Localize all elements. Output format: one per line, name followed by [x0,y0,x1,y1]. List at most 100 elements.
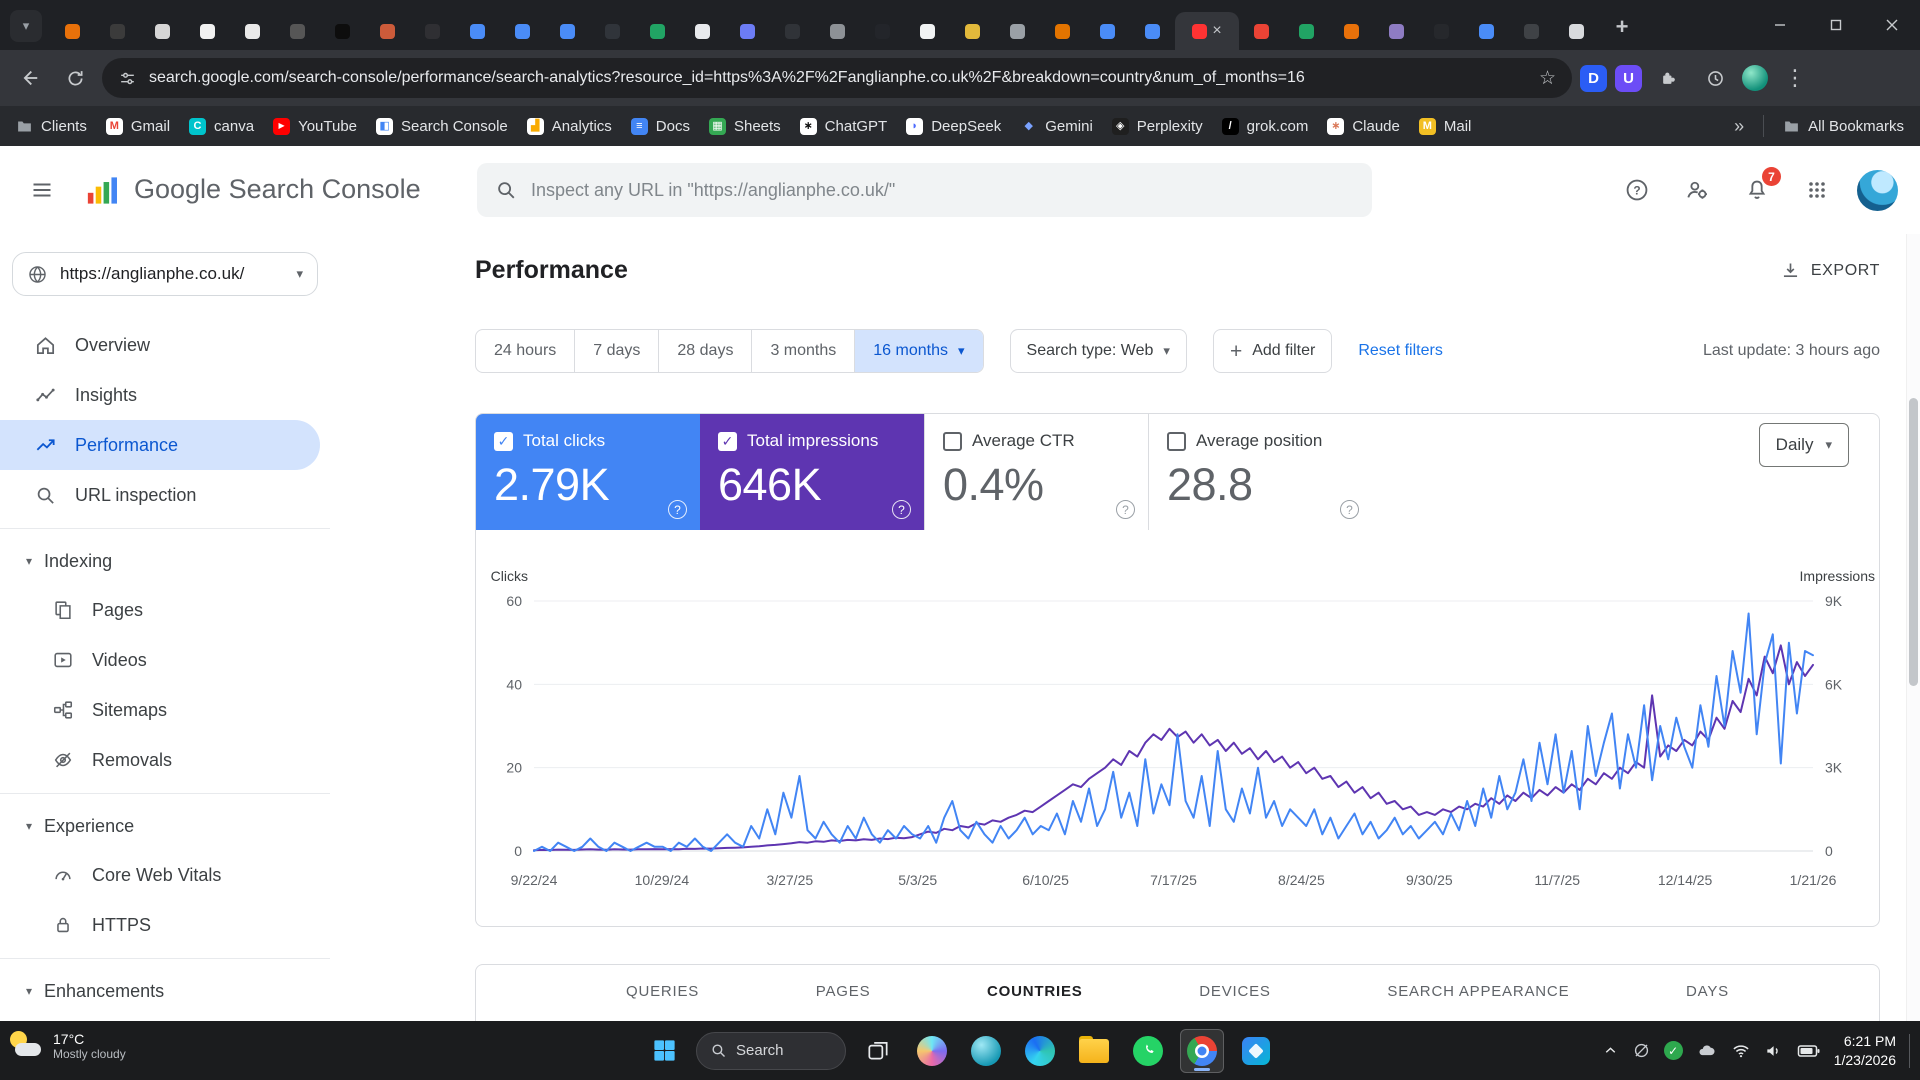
browser-tab[interactable] [590,12,635,50]
range-24-hours[interactable]: 24 hours [476,330,574,372]
tab-days[interactable]: DAYS [1686,983,1729,1000]
sidebar-item-core-web-vitals[interactable]: Core Web Vitals [0,850,330,900]
browser-tab[interactable] [365,12,410,50]
bookmark-grok[interactable]: / grok.com [1221,117,1308,135]
reload-button[interactable] [56,59,94,97]
taskbar-clock[interactable]: 6:21 PM 1/23/2026 [1834,1032,1896,1070]
account-avatar[interactable] [1857,170,1898,211]
checkbox-unchecked-icon[interactable] [1167,431,1186,451]
edge-icon[interactable] [1018,1029,1062,1073]
taskbar-search[interactable]: Search [696,1031,846,1070]
task-view-icon[interactable] [856,1029,900,1073]
browser-tab[interactable] [455,12,500,50]
bookmark-clients[interactable]: Clients [16,118,87,135]
file-explorer-icon[interactable] [1072,1029,1116,1073]
network-off-icon[interactable] [1632,1041,1651,1060]
bookmark-mail[interactable]: M Mail [1418,117,1471,135]
extensions-puzzle-icon[interactable] [1650,59,1688,97]
bookmark-deepseek[interactable]: ◗ DeepSeek [906,117,1001,135]
bookmark-analytics[interactable]: ▟ Analytics [526,117,612,135]
tab-search-appearance[interactable]: SEARCH APPEARANCE [1387,983,1569,1000]
search-console-logo[interactable] [84,172,121,214]
sidebar-item-performance[interactable]: Performance [0,420,320,470]
site-settings-icon[interactable] [118,69,137,88]
browser-tab[interactable] [185,12,230,50]
weather-widget[interactable]: 17°C Mostly cloudy [8,1028,126,1064]
range-28-days[interactable]: 28 days [658,330,751,372]
bookmark-gmail[interactable]: M Gmail [105,117,170,135]
performance-chart[interactable]: 0 20 40 60 0 3K 6K 9K Clicks Impressions 9/22/24 10… [476,541,1880,926]
bookmark-claude[interactable]: ∗ Claude [1327,117,1400,135]
wifi-icon[interactable] [1731,1041,1751,1061]
checkbox-checked-icon[interactable]: ✓ [718,431,737,451]
browser-tab[interactable] [1509,12,1554,50]
bookmark-sheets[interactable]: ▦ Sheets [708,117,781,135]
browser-tab[interactable] [680,12,725,50]
main-menu-icon[interactable] [24,172,60,208]
url-inspect-input[interactable] [531,179,1354,201]
browser-tab[interactable] [725,12,770,50]
start-button[interactable] [642,1029,686,1073]
sidebar-item-pages[interactable]: Pages [0,585,330,635]
property-selector[interactable]: https://anglianphe.co.uk/ ▾ [12,252,318,296]
bookmark-docs[interactable]: ≡ Docs [630,117,690,135]
extension-d-icon[interactable]: D [1580,64,1607,92]
sidebar-section-enhancements[interactable]: ▾ Enhancements [0,967,330,1015]
photos-icon[interactable] [1234,1029,1278,1073]
search-type-filter[interactable]: Search type: Web ▾ [1009,329,1187,373]
browser-tab[interactable] [320,12,365,50]
back-button[interactable] [10,59,48,97]
notifications-bell-icon[interactable]: 7 [1738,167,1781,209]
new-tab-button[interactable]: + [1607,12,1637,42]
metric-card-average-ctr[interactable]: Average CTR 0.4% ? [924,414,1148,530]
sidebar-item-overview[interactable]: Overview [0,320,330,370]
bookmark-perplexity[interactable]: ◈ Perplexity [1111,117,1203,135]
range-3-months[interactable]: 3 months [751,330,854,372]
browser-tab[interactable] [1040,12,1085,50]
tray-chevron-up-icon[interactable] [1602,1042,1619,1059]
sidebar-item-removals[interactable]: Removals [0,735,330,785]
bookmarks-overflow-icon[interactable]: » [1734,116,1744,137]
sidebar-section-indexing[interactable]: ▾ Indexing [0,537,330,585]
sidebar-item-insights[interactable]: Insights [0,370,330,420]
metric-card-total-impressions[interactable]: ✓ Total impressions 646K ? [700,414,924,530]
tab-countries[interactable]: COUNTRIES [987,983,1083,1000]
maximize-button[interactable] [1808,0,1864,50]
range-16-months-selected[interactable]: 16 months ▾ [854,330,983,372]
checkbox-checked-icon[interactable]: ✓ [494,431,513,451]
copilot-icon[interactable] [910,1029,954,1073]
manage-accounts-icon[interactable] [1678,171,1716,209]
metric-card-total-clicks[interactable]: ✓ Total clicks 2.79K ? [476,414,700,530]
browser-tab[interactable] [1130,12,1175,50]
show-desktop-button[interactable] [1909,1033,1914,1068]
battery-icon[interactable] [1797,1041,1821,1061]
browser-tab[interactable] [545,12,590,50]
tab-search-button[interactable]: ▾ [10,10,42,42]
tab-pages[interactable]: PAGES [816,983,871,1000]
bookmark-star-icon[interactable]: ☆ [1539,67,1556,90]
sidebar-item-videos[interactable]: Videos [0,635,330,685]
sidebar-item-https[interactable]: HTTPS [0,900,330,950]
browser-tab[interactable] [275,12,320,50]
browser-tab[interactable] [950,12,995,50]
page-scrollbar[interactable] [1906,234,1920,1021]
bookmark-gemini[interactable]: ◆ Gemini [1020,118,1093,135]
checkbox-unchecked-icon[interactable] [943,431,962,451]
browser-tab[interactable] [230,12,275,50]
url-text[interactable]: search.google.com/search-console/perform… [149,69,1527,87]
browser-tab[interactable] [905,12,950,50]
extension-u-icon[interactable]: U [1615,64,1642,92]
reset-filters-link[interactable]: Reset filters [1358,342,1442,360]
tab-queries[interactable]: QUERIES [626,983,699,1000]
help-icon[interactable]: ? [668,500,687,519]
browser-tab[interactable] [140,12,185,50]
browser-tab[interactable] [1464,12,1509,50]
sidebar-item-url-inspection[interactable]: URL inspection [0,470,330,520]
help-icon[interactable]: ? [1340,500,1359,519]
bookmark-chatgpt[interactable]: ∗ ChatGPT [799,117,887,135]
url-inspect-searchbar[interactable] [477,163,1372,217]
help-icon[interactable]: ? [1618,171,1656,209]
volume-icon[interactable] [1764,1041,1784,1061]
help-icon[interactable]: ? [1116,500,1135,519]
range-7-days[interactable]: 7 days [574,330,658,372]
